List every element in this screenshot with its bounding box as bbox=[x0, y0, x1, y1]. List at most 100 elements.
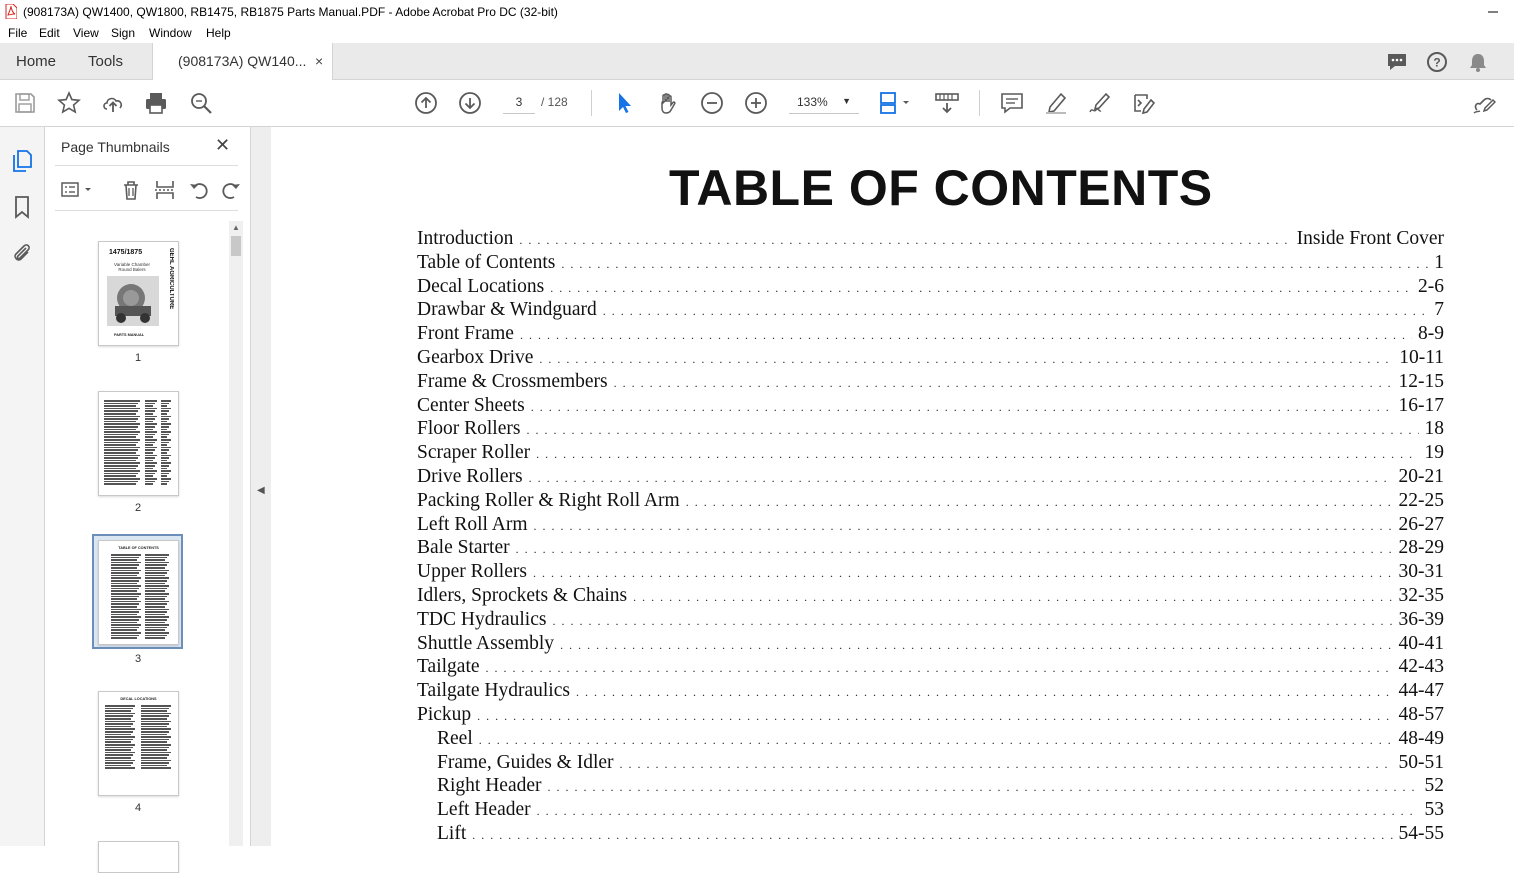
thumbnail-text-line bbox=[104, 480, 138, 483]
thumbnail-text-line bbox=[145, 637, 165, 639]
attachment-icon[interactable] bbox=[10, 241, 34, 265]
menu-window[interactable]: Window bbox=[149, 26, 192, 40]
tab-home[interactable]: Home bbox=[16, 53, 56, 70]
thumbnail-page-2[interactable] bbox=[98, 391, 179, 496]
toc-entry[interactable]: Gearbox Drive 10-11 bbox=[417, 347, 1444, 371]
minimize-icon[interactable] bbox=[1470, 0, 1514, 24]
thumbnail-text-line bbox=[145, 585, 169, 587]
toc-entry[interactable]: TDC Hydraulics 36-39 bbox=[417, 609, 1444, 633]
toc-entry[interactable]: Introduction Inside Front Cover bbox=[417, 228, 1444, 252]
toc-entry[interactable]: Frame & Crossmembers 12-15 bbox=[417, 371, 1444, 395]
thumbnail-options-icon[interactable] bbox=[61, 179, 95, 201]
save-icon[interactable] bbox=[13, 91, 37, 115]
share-link-icon[interactable] bbox=[1472, 91, 1496, 115]
toc-entry[interactable]: Idlers, Sprockets & Chains 32-35 bbox=[417, 585, 1444, 609]
help-icon[interactable]: ? bbox=[1426, 51, 1448, 73]
extract-page-icon[interactable] bbox=[154, 179, 176, 201]
thumbnail-text-line bbox=[111, 580, 139, 582]
thumbnail-page-4[interactable]: DECAL LOCATIONS bbox=[98, 691, 179, 796]
toc-entry-page: 18 bbox=[1424, 418, 1445, 440]
toc-entry[interactable]: Tailgate 42-43 bbox=[417, 656, 1444, 680]
tab-document[interactable]: (908173A) QW140... × bbox=[152, 43, 333, 80]
tab-bar: Home Tools (908173A) QW140... × ? bbox=[0, 43, 1514, 80]
toc-entry[interactable]: Upper Rollers 30-31 bbox=[417, 561, 1444, 585]
panel-divider bbox=[55, 210, 238, 211]
toc-entry[interactable]: Decal Locations 2-6 bbox=[417, 276, 1444, 300]
toc-entry[interactable]: Shuttle Assembly 40-41 bbox=[417, 633, 1444, 657]
rotate-left-icon[interactable] bbox=[188, 179, 210, 201]
menu-file[interactable]: File bbox=[8, 26, 27, 40]
thumbnail-text-line bbox=[145, 603, 167, 605]
thumbnail-text-line bbox=[145, 418, 155, 420]
highlight-icon[interactable] bbox=[1044, 91, 1068, 115]
bookmark-star-icon[interactable] bbox=[57, 91, 81, 115]
toc-entry[interactable]: Drive Rollers 20-21 bbox=[417, 466, 1444, 490]
toc-leader-dots bbox=[561, 252, 1428, 274]
toc-entry[interactable]: Reel 48-49 bbox=[437, 728, 1444, 752]
toc-leader-dots bbox=[526, 418, 1418, 440]
scroll-mode-icon[interactable] bbox=[935, 91, 959, 115]
delete-page-icon[interactable] bbox=[120, 179, 142, 201]
thumbnail-scrollbar[interactable]: ▲ bbox=[229, 221, 243, 846]
close-tab-icon[interactable]: × bbox=[315, 53, 323, 69]
toc-entry[interactable]: Front Frame 8-9 bbox=[417, 323, 1444, 347]
toc-leader-dots bbox=[633, 585, 1392, 607]
scrollbar-thumb[interactable] bbox=[231, 236, 241, 256]
sign-icon[interactable] bbox=[1088, 91, 1112, 115]
toolbar-divider bbox=[591, 90, 592, 116]
toc-entry[interactable]: Scraper Roller 19 bbox=[417, 442, 1444, 466]
toc-entry[interactable]: Left Roll Arm 26-27 bbox=[417, 514, 1444, 538]
thumbnail-text-line bbox=[141, 733, 167, 736]
collapse-panel-icon[interactable]: ◀ bbox=[257, 485, 265, 496]
bookmark-icon[interactable] bbox=[10, 195, 34, 219]
scroll-up-arrow-icon[interactable]: ▲ bbox=[232, 223, 240, 232]
toc-entry[interactable]: Tailgate Hydraulics 44-47 bbox=[417, 680, 1444, 704]
panel-splitter[interactable]: ◀ bbox=[250, 127, 272, 846]
thumbnail-text-line bbox=[104, 415, 140, 418]
tab-tools[interactable]: Tools bbox=[88, 53, 123, 70]
thumbnail-text-line bbox=[145, 577, 169, 579]
toc-entry[interactable]: Drawbar & Windguard 7 bbox=[417, 299, 1444, 323]
toc-entry[interactable]: Bale Starter 28-29 bbox=[417, 537, 1444, 561]
toc-leader-dots bbox=[576, 680, 1393, 702]
toc-entry[interactable]: Frame, Guides & Idler 50-51 bbox=[437, 752, 1444, 776]
chat-icon[interactable] bbox=[1386, 51, 1408, 73]
next-page-icon[interactable] bbox=[458, 91, 482, 115]
toc-entry[interactable]: Right Header 52 bbox=[437, 775, 1444, 799]
prev-page-icon[interactable] bbox=[414, 91, 438, 115]
close-panel-icon[interactable]: ✕ bbox=[215, 135, 230, 156]
page-number-input[interactable]: 3 bbox=[503, 92, 535, 114]
pages-icon[interactable] bbox=[10, 149, 34, 173]
hand-icon[interactable] bbox=[656, 91, 680, 115]
toc-entry[interactable]: Pickup 48-57 bbox=[417, 704, 1444, 728]
upload-icon[interactable] bbox=[101, 91, 125, 115]
toc-entry[interactable]: Table of Contents 1 bbox=[417, 252, 1444, 276]
find-icon[interactable] bbox=[189, 91, 213, 115]
zoom-select[interactable]: 133% ▼ bbox=[789, 92, 859, 114]
select-cursor-icon[interactable] bbox=[612, 91, 636, 115]
toc-entry[interactable]: Lift 54-55 bbox=[437, 823, 1444, 846]
menu-sign[interactable]: Sign bbox=[111, 26, 135, 40]
toc-entry[interactable]: Packing Roller & Right Roll Arm 22-25 bbox=[417, 490, 1444, 514]
edit-pdf-icon[interactable] bbox=[1132, 91, 1156, 115]
thumbnail-text-line bbox=[104, 459, 136, 462]
menu-view[interactable]: View bbox=[73, 26, 99, 40]
menu-help[interactable]: Help bbox=[206, 26, 231, 40]
zoom-in-icon[interactable] bbox=[744, 91, 768, 115]
rotate-right-icon[interactable] bbox=[220, 179, 242, 201]
comment-icon[interactable] bbox=[1000, 91, 1024, 115]
thumbnail-text-line bbox=[161, 475, 167, 477]
toc-entry[interactable]: Floor Rollers 18 bbox=[417, 418, 1444, 442]
zoom-out-icon[interactable] bbox=[700, 91, 724, 115]
menu-edit[interactable]: Edit bbox=[39, 26, 60, 40]
thumbnail-page-1[interactable]: 1475/1875 Variable Chamber Round Balers … bbox=[98, 241, 179, 346]
print-icon[interactable] bbox=[144, 91, 168, 115]
thumbnail-page-3[interactable]: TABLE OF CONTENTS bbox=[98, 540, 179, 645]
document-view[interactable]: TABLE OF CONTENTS Introduction Inside Fro… bbox=[271, 127, 1514, 846]
page-fit-icon[interactable] bbox=[878, 91, 914, 115]
window-title: (908173A) QW1400, QW1800, RB1475, RB1875… bbox=[23, 5, 558, 19]
toc-entry[interactable]: Center Sheets 16-17 bbox=[417, 395, 1444, 419]
menu-bar: File Edit View Sign Window Help bbox=[0, 24, 1514, 43]
toc-entry[interactable]: Left Header 53 bbox=[437, 799, 1444, 823]
bell-icon[interactable] bbox=[1467, 51, 1489, 73]
